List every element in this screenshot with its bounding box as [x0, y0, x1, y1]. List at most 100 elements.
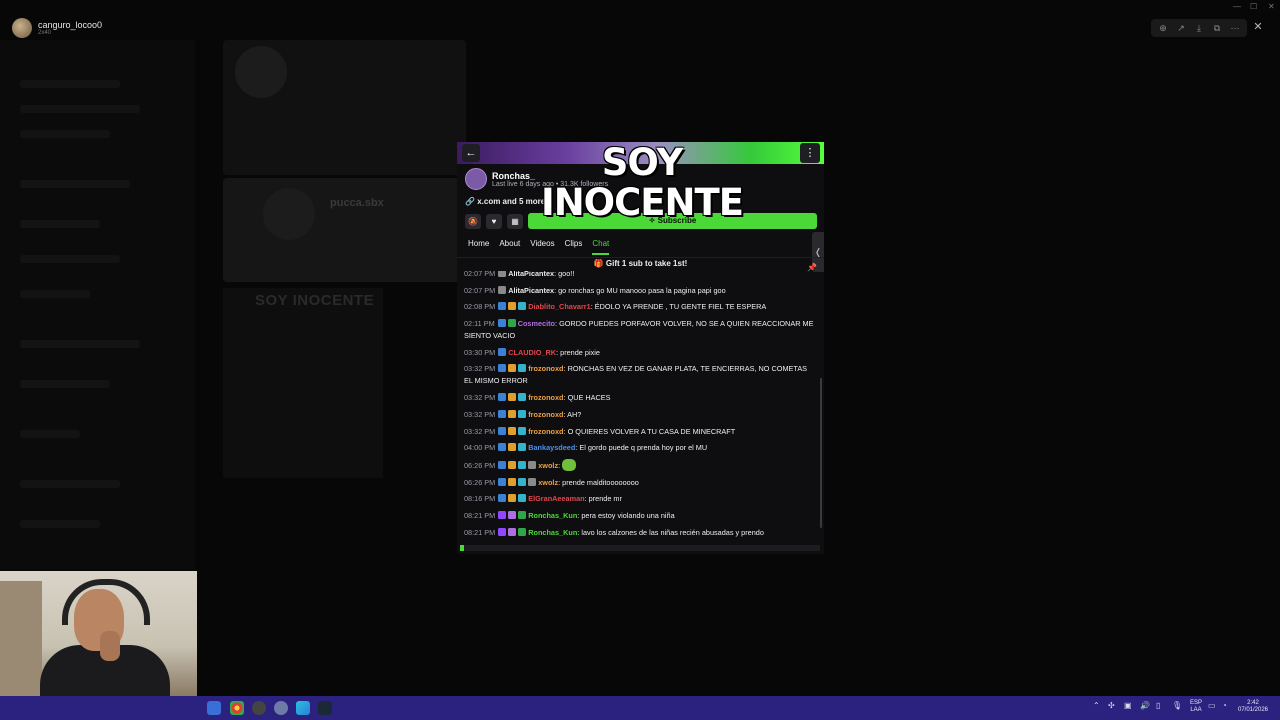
chat-badge-icon[interactable] [508, 494, 517, 503]
chat-message[interactable]: 03:32 PM frozonoxd: QUE HACES [464, 392, 816, 404]
display-tray-icon[interactable]: ▭ [1208, 701, 1216, 710]
chat-badge-icon[interactable] [498, 510, 507, 519]
chat-badge-icon[interactable] [498, 393, 507, 402]
chat-username[interactable]: Ronchas_Kun [528, 511, 577, 520]
chat-badge-icon[interactable] [518, 426, 527, 435]
tab-about[interactable]: About [499, 239, 520, 255]
chat-message[interactable]: 02:07 PM AlitaPicantex: goo!! [464, 271, 816, 280]
chat-badge-icon[interactable] [498, 271, 507, 277]
back-button[interactable]: ← [462, 144, 480, 162]
chat-message[interactable]: 06:26 PM xwolz: [464, 458, 816, 472]
language-indicator[interactable]: ESP LAA [1186, 700, 1206, 714]
chrome-icon[interactable] [230, 701, 244, 715]
chat-scrollbar[interactable] [820, 378, 822, 528]
chat-message[interactable]: 04:00 PM Bankaysdeed: El gordo puede q pr… [464, 442, 816, 454]
chat-message[interactable]: 02:08 PM Diablito_Chavarr1: ÉDOLO YA PREN… [464, 301, 816, 313]
chat-badge-icon[interactable] [498, 302, 507, 311]
chat-badge-icon[interactable] [497, 319, 506, 328]
chat-badge-icon[interactable] [508, 510, 517, 519]
chat-badge-icon[interactable] [498, 364, 507, 373]
mic-tray-icon[interactable]: 🎙 [1172, 701, 1182, 710]
chat-badge-icon[interactable] [518, 510, 527, 519]
chat-username[interactable]: Diablito_Chavarr1 [528, 302, 590, 311]
more-options-button[interactable]: ⋮ [800, 143, 820, 163]
chat-badge-icon[interactable] [498, 426, 507, 435]
chat-badge-icon[interactable] [518, 443, 527, 452]
chat-badge-icon[interactable] [498, 443, 507, 452]
chat-message[interactable]: 03:32 PM frozonoxd: AH? [464, 409, 816, 421]
obs-icon[interactable] [252, 701, 266, 715]
chat-badge-icon[interactable] [498, 347, 507, 356]
chat-username[interactable]: xwolz [538, 461, 558, 470]
chat-badge-icon[interactable] [518, 302, 527, 311]
start-icon[interactable] [207, 701, 221, 715]
chat-username[interactable]: frozonoxd [528, 393, 563, 402]
chat-username[interactable]: Bankaysdeed [528, 443, 575, 452]
chat-badge-icon[interactable] [518, 409, 527, 418]
chat-username[interactable]: CLAUDIO_RK [508, 348, 556, 357]
chat-badge-icon[interactable] [508, 443, 517, 452]
chat-username[interactable]: AlitaPicantex [508, 286, 554, 295]
chat-badge-icon[interactable] [528, 460, 537, 469]
chat-username[interactable]: ElGranAeeaman [528, 494, 584, 503]
chat-badge-icon[interactable] [498, 477, 507, 486]
more-icon[interactable]: ⋯ [1227, 21, 1243, 35]
chat-username[interactable]: Ronchas_Kun [528, 528, 577, 537]
minimize-icon[interactable]: — [1233, 2, 1241, 11]
share-icon[interactable]: ↗ [1173, 21, 1189, 35]
chat-badge-icon[interactable] [498, 460, 507, 469]
chat-username[interactable]: AlitaPicantex [508, 271, 554, 278]
chat-badge-icon[interactable] [498, 285, 507, 294]
chat-message[interactable]: 08:16 PM ElGranAeeaman: prende mr [464, 493, 816, 505]
chat-username[interactable]: frozonoxd [528, 427, 563, 436]
chat-message[interactable]: 03:30 PM CLAUDIO_RK: prende pixie [464, 347, 816, 359]
steam-icon[interactable] [318, 701, 332, 715]
gift-button[interactable]: ▦ [507, 213, 523, 229]
clock[interactable]: 2:42 07/01/2026 [1234, 700, 1272, 714]
chat-message[interactable]: 02:07 PM AlitaPicantex: go ronchas go MU … [464, 285, 816, 297]
chat-badge-icon[interactable] [518, 527, 527, 536]
open-external-icon[interactable]: ⧉ [1209, 21, 1225, 35]
chat-badge-icon[interactable] [518, 477, 527, 486]
chat-badge-icon[interactable] [498, 494, 507, 503]
window-close-icon[interactable]: ✕ [1268, 2, 1275, 11]
chat-badge-icon[interactable] [508, 426, 517, 435]
settings-icon[interactable] [274, 701, 288, 715]
chat-message[interactable]: 08:21 PM Ronchas_Kun: lavo los calzones d… [464, 527, 816, 539]
chat-username[interactable]: frozonoxd [528, 364, 563, 373]
chat-badge-icon[interactable] [508, 393, 517, 402]
chat-badge-icon[interactable] [508, 477, 517, 486]
tab-home[interactable]: Home [468, 239, 489, 255]
current-user[interactable]: canguro_locoo0 2x40 [12, 18, 102, 38]
chat-username[interactable]: frozonoxd [528, 410, 563, 419]
chat-message[interactable]: 03:32 PM frozonoxd: O QUIERES VOLVER A TU… [464, 426, 816, 438]
chat-badge-icon[interactable] [507, 319, 516, 328]
chat-message[interactable]: 02:11 PM Cosmecito: GORDO PUEDES PORFAVOR… [464, 318, 816, 342]
download-icon[interactable]: ⤓ [1191, 21, 1207, 35]
chat-badge-icon[interactable] [518, 393, 527, 402]
channel-avatar[interactable] [465, 168, 487, 190]
chat-badge-icon[interactable] [528, 477, 537, 486]
chat-message[interactable]: 08:21 PM Ronchas_Kun: pera estoy violando… [464, 510, 816, 522]
chat-badge-icon[interactable] [508, 409, 517, 418]
chat-badge-icon[interactable] [518, 494, 527, 503]
tab-chat[interactable]: Chat [592, 239, 610, 255]
chat-username[interactable]: xwolz [538, 478, 558, 487]
notifications-button[interactable]: 🔕 [465, 213, 481, 229]
speaker-tray-icon[interactable]: 🔊 [1140, 701, 1150, 710]
frog-emote-icon[interactable] [562, 458, 577, 471]
zoom-in-icon[interactable]: ⊕ [1155, 21, 1171, 35]
chat-badge-icon[interactable] [498, 409, 507, 418]
chevron-up-icon[interactable]: ⌃ [1093, 701, 1100, 710]
edge-icon[interactable] [296, 701, 310, 715]
chat-message[interactable]: 03:32 PM frozonoxd: RONCHAS EN VEZ DE GAN… [464, 363, 816, 387]
tab-videos[interactable]: Videos [530, 239, 554, 255]
wifi-tray-icon[interactable]: ◔ [1222, 701, 1227, 710]
chat-badge-icon[interactable] [518, 364, 527, 373]
chat-username[interactable]: Cosmecito [518, 319, 555, 328]
gift-banner[interactable]: 🎁 Gift 1 sub to take 1st! [457, 259, 824, 268]
close-viewer-icon[interactable]: ✕ [1250, 19, 1266, 35]
tab-clips[interactable]: Clips [565, 239, 583, 255]
chat-log[interactable]: 02:07 PM AlitaPicantex: goo!! 02:07 PM Alit… [464, 271, 816, 543]
chat-message[interactable]: 06:26 PM xwolz: prende malditoooooooo [464, 477, 816, 489]
